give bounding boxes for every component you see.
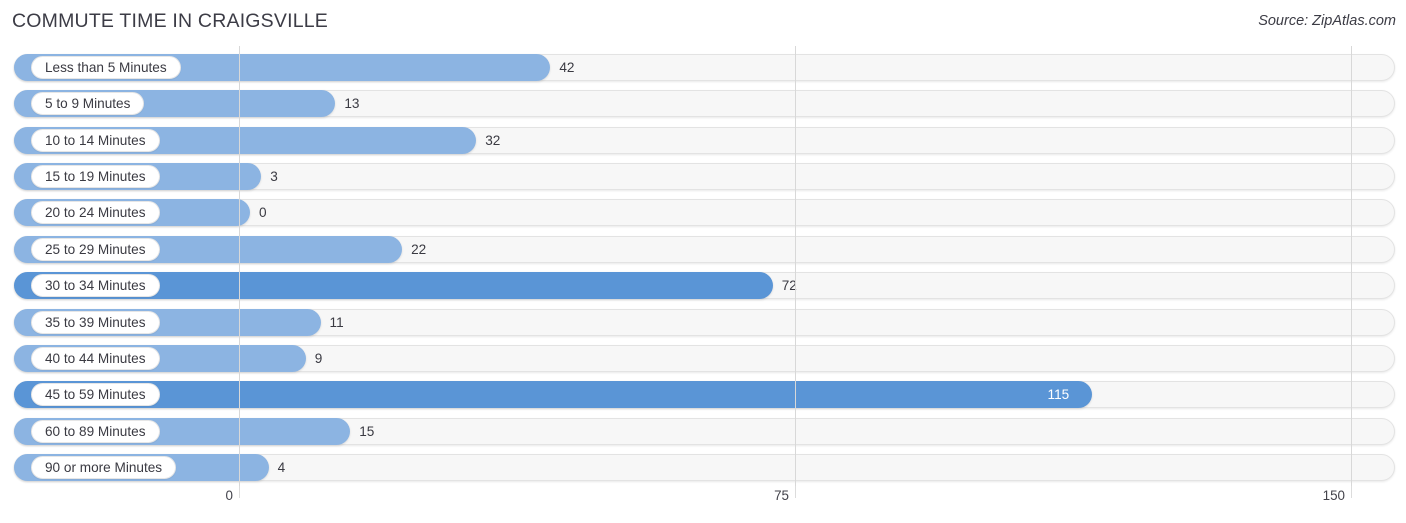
value-label: 4 bbox=[277, 459, 286, 475]
axis-tick-label: 0 bbox=[225, 488, 233, 503]
chart-header: COMMUTE TIME IN CRAIGSVILLE Source: ZipA… bbox=[0, 0, 1406, 46]
axis-tick-mark bbox=[1351, 486, 1352, 498]
category-label: 90 or more Minutes bbox=[31, 455, 177, 479]
category-label: 40 to 44 Minutes bbox=[31, 346, 160, 370]
bar-row: 90 or more Minutes 4 bbox=[14, 453, 1395, 481]
bar-row: 30 to 34 Minutes 72 bbox=[14, 272, 1395, 300]
value-label: 3 bbox=[270, 169, 278, 185]
value-label: 32 bbox=[485, 132, 501, 148]
bar-row: 10 to 14 Minutes 32 bbox=[14, 126, 1395, 154]
bar-row: 45 to 59 Minutes 115 bbox=[14, 381, 1395, 409]
category-label: 5 to 9 Minutes bbox=[31, 92, 145, 116]
bar-row: 60 to 89 Minutes 15 bbox=[14, 417, 1395, 445]
value-label: 0 bbox=[259, 205, 267, 221]
value-bar[interactable] bbox=[14, 381, 1092, 409]
category-label: 35 to 39 Minutes bbox=[31, 310, 160, 334]
category-label: 20 to 24 Minutes bbox=[31, 201, 160, 225]
category-label: 10 to 14 Minutes bbox=[31, 128, 160, 152]
axis-tick-mark bbox=[795, 486, 796, 498]
bar-row: Less than 5 Minutes 42 bbox=[14, 54, 1395, 81]
bar-row: 40 to 44 Minutes 9 bbox=[14, 344, 1395, 372]
page-title: COMMUTE TIME IN CRAIGSVILLE bbox=[12, 10, 329, 32]
category-label: 15 to 19 Minutes bbox=[31, 165, 160, 189]
x-axis: 0 75 150 bbox=[0, 486, 1406, 523]
value-label: 15 bbox=[359, 423, 375, 439]
category-label: 45 to 59 Minutes bbox=[31, 383, 160, 407]
value-label: 72 bbox=[781, 278, 797, 294]
value-label: 22 bbox=[411, 241, 427, 257]
bar-rows: Less than 5 Minutes 42 5 to 9 Minutes 13 10 … bbox=[0, 46, 1406, 486]
value-label: 11 bbox=[329, 314, 344, 330]
category-label: 25 to 29 Minutes bbox=[31, 237, 160, 261]
value-label: 9 bbox=[314, 350, 323, 366]
value-label: 115 bbox=[1047, 387, 1070, 403]
axis-tick-mark bbox=[239, 486, 240, 498]
bar-row: 20 to 24 Minutes 0 bbox=[14, 199, 1395, 227]
bar-row: 35 to 39 Minutes 11 bbox=[14, 308, 1395, 336]
category-label: 60 to 89 Minutes bbox=[31, 419, 160, 443]
source-attribution: Source: ZipAtlas.com bbox=[1258, 13, 1396, 29]
plot-area: Less than 5 Minutes 42 5 to 9 Minutes 13 10 … bbox=[0, 46, 1406, 486]
bar-row: 25 to 29 Minutes 22 bbox=[14, 235, 1395, 263]
bar-row: 15 to 19 Minutes 3 bbox=[14, 163, 1395, 191]
value-label: 13 bbox=[344, 96, 360, 112]
bar-row: 5 to 9 Minutes 13 bbox=[14, 90, 1395, 118]
chart-container: COMMUTE TIME IN CRAIGSVILLE Source: ZipA… bbox=[0, 0, 1406, 523]
axis-tick-label: 75 bbox=[774, 488, 789, 503]
axis-tick-label: 150 bbox=[1322, 488, 1345, 503]
value-label: 42 bbox=[559, 60, 575, 75]
category-label: 30 to 34 Minutes bbox=[31, 274, 160, 298]
category-label: Less than 5 Minutes bbox=[31, 56, 181, 79]
